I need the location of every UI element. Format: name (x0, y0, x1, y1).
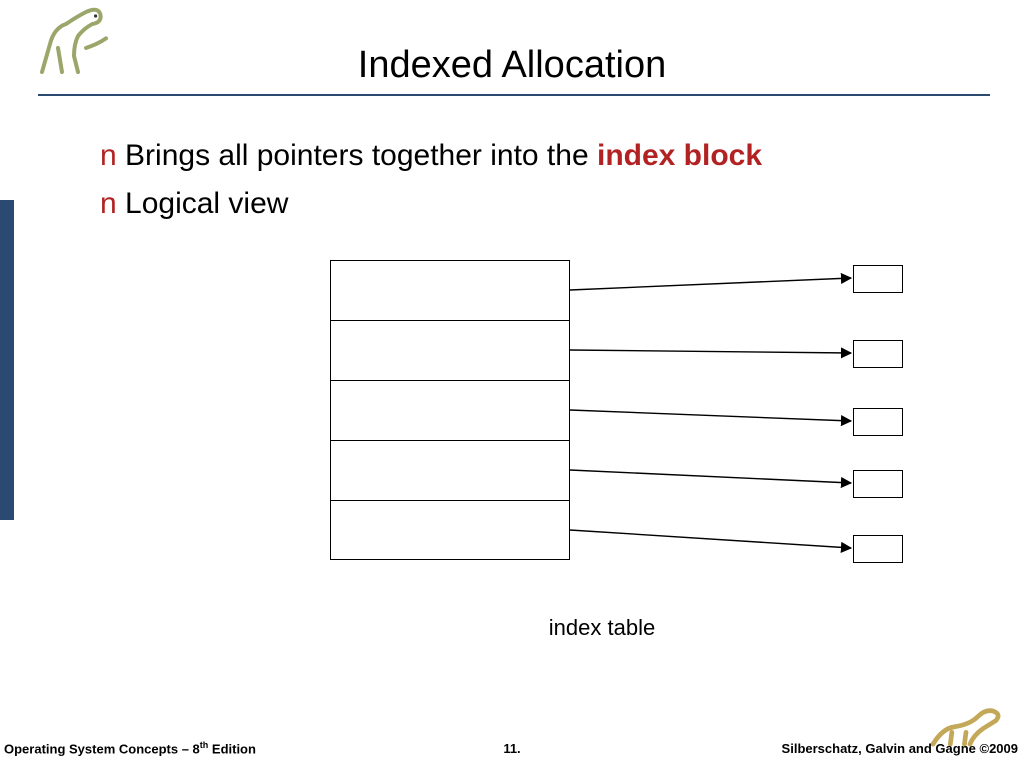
data-block (853, 535, 903, 563)
bullet-marker: n (100, 187, 117, 220)
slide-title: Indexed Allocation (0, 44, 1024, 87)
footer-right: Silberschatz, Galvin and Gagne ©2009 (782, 741, 1018, 756)
bullet-2: n Logical view (100, 180, 980, 228)
slide: Indexed Allocation n Brings all pointers… (0, 0, 1024, 768)
bullet-1: n Brings all pointers together into the … (100, 132, 980, 180)
index-table-diagram (330, 260, 570, 560)
diagram-caption: index table (0, 615, 1024, 641)
data-block (853, 340, 903, 368)
index-row (330, 320, 570, 380)
diagram-caption-text: index table (549, 615, 655, 640)
index-row (330, 260, 570, 320)
left-accent-bar (0, 200, 14, 520)
index-row (330, 500, 570, 560)
index-row (330, 380, 570, 440)
title-rule (38, 94, 990, 96)
bullet-2-text: Logical view (125, 187, 288, 220)
bullet-marker: n (100, 139, 117, 172)
bullet-1-emphasis: index block (597, 139, 762, 172)
bullet-list: n Brings all pointers together into the … (100, 132, 980, 228)
data-block (853, 265, 903, 293)
footer: Operating System Concepts – 8th Edition … (0, 734, 1024, 756)
bullet-1-text: Brings all pointers together into the (125, 139, 597, 172)
data-block (853, 408, 903, 436)
index-row (330, 440, 570, 500)
data-block (853, 470, 903, 498)
